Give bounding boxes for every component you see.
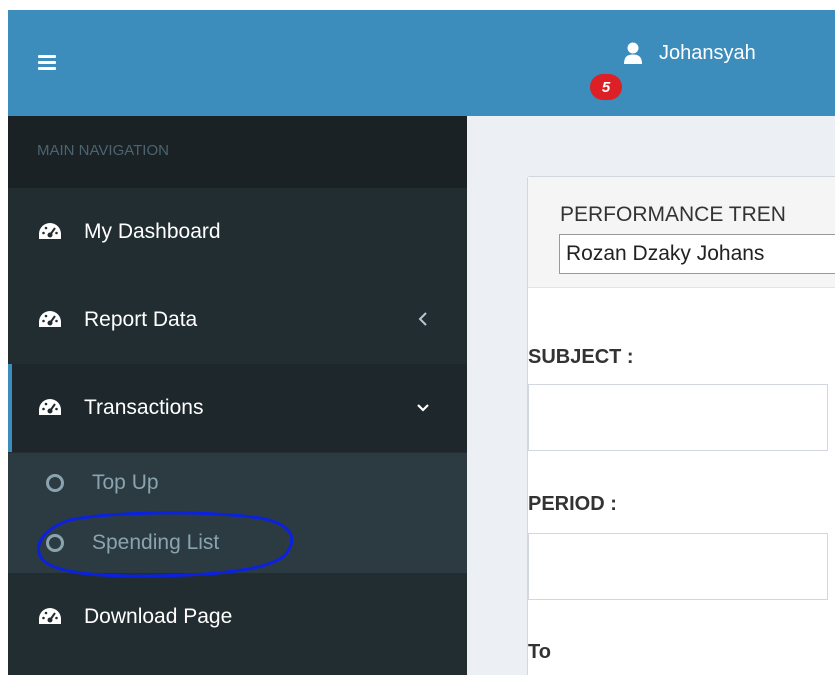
user-icon [624,42,642,64]
period-input[interactable] [528,533,828,600]
dashboard-icon [39,608,61,624]
subject-input[interactable] [528,384,828,451]
sidebar-item-label: My Dashboard [84,220,221,243]
main-content: PERFORMANCE TREN Rozan Dzaky Johans SUBJ… [467,116,835,675]
hamburger-icon[interactable] [38,55,56,71]
sidebar-item-label: Report Data [84,308,198,331]
notification-badge[interactable]: 5 [590,74,622,100]
employee-select[interactable]: Rozan Dzaky Johans [559,234,835,274]
user-menu[interactable]: Johansyah [623,38,756,68]
submenu-item-label: Spending List [92,531,220,554]
dashboard-icon [39,223,61,239]
chevron-left-icon [418,312,427,326]
user-name: Johansyah [659,41,756,64]
sidebar-item-download-page[interactable]: Download Page [8,573,467,661]
sidebar-item-my-dashboard[interactable]: My Dashboard [8,188,467,276]
subject-label: SUBJECT : [528,346,634,368]
to-label: To [528,641,551,663]
chevron-down-icon [417,404,429,412]
dashboard-icon [39,399,61,415]
circle-icon [46,534,64,552]
submenu-item-label: Top Up [92,471,159,494]
panel-title: PERFORMANCE TREN [560,203,786,226]
sidebar-item-label: Transactions [84,396,204,419]
circle-icon [46,474,64,492]
sidebar-item-report-data[interactable]: Report Data [8,276,467,364]
period-label: PERIOD : [528,493,617,515]
submenu-item-top-up[interactable]: Top Up [8,453,467,513]
panel-header: PERFORMANCE TREN Rozan Dzaky Johans [528,177,835,288]
transactions-submenu: Top Up Spending List [8,453,467,573]
nav-header: MAIN NAVIGATION [8,116,467,188]
submenu-item-spending-list[interactable]: Spending List [8,513,467,573]
sidebar: MAIN NAVIGATION My Dashboard Report Data [8,116,467,675]
dashboard-icon [39,311,61,327]
sidebar-item-transactions[interactable]: Transactions [8,364,467,452]
sidebar-item-label: Download Page [84,605,233,628]
